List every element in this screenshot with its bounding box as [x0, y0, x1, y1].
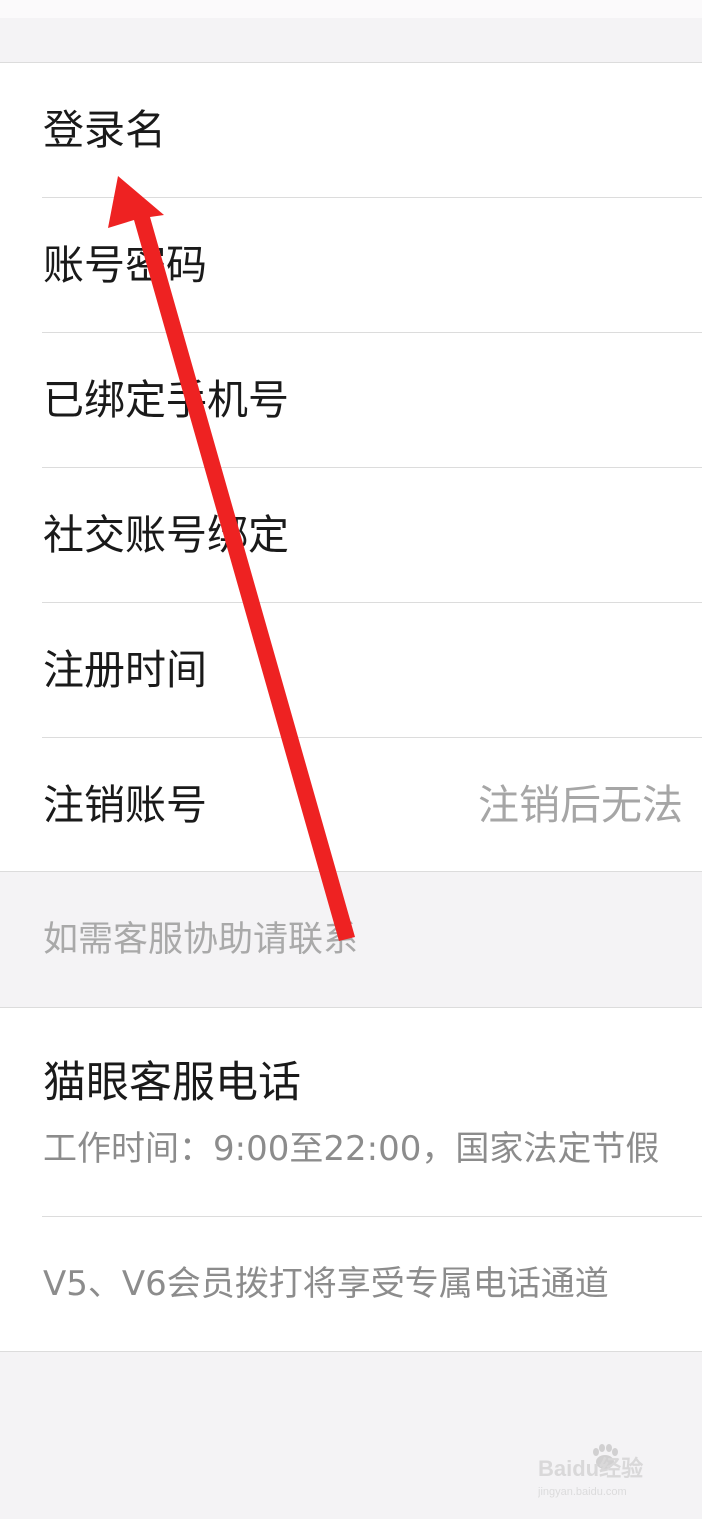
service-phone-title[interactable]: 猫眼客服电话 [43, 1054, 301, 1112]
login-name-label: 登录名 [43, 106, 166, 154]
delete-account-label: 注销账号 [43, 781, 207, 829]
account-password-label: 账号密码 [43, 241, 207, 289]
top-spacer [0, 0, 702, 62]
account-settings-group: 登录名 账号密码 已绑定手机号 社交账号绑定 注册时间 注销账号 注销后无法 [0, 62, 702, 872]
row-delete-account[interactable]: 注销账号 注销后无法 [0, 738, 702, 873]
baidu-jingyan-watermark: Baidu经验 jingyan.baidu.com [538, 1444, 643, 1498]
vip-hotline-note[interactable]: V5、V6会员拨打将享受专属电话通道 [43, 1217, 609, 1351]
customer-service-group: 猫眼客服电话 工作时间：9:00至22:00，国家法定节假 V5、V6会员拨打将… [0, 1007, 702, 1352]
watermark-url: jingyan.baidu.com [538, 1486, 627, 1498]
service-hours-text: 工作时间：9:00至22:00，国家法定节假 [43, 1129, 660, 1169]
support-section-note: 如需客服协助请联系 [43, 920, 359, 960]
register-time-label: 注册时间 [43, 646, 207, 694]
row-account-password[interactable]: 账号密码 [0, 198, 702, 333]
row-login-name[interactable]: 登录名 [0, 63, 702, 198]
watermark-brand: Baidu经验 [538, 1456, 643, 1481]
social-binding-label: 社交账号绑定 [43, 511, 289, 559]
delete-account-hint: 注销后无法 [478, 781, 683, 829]
row-register-time[interactable]: 注册时间 [0, 603, 702, 738]
bound-phone-label: 已绑定手机号 [43, 376, 289, 424]
row-social-binding[interactable]: 社交账号绑定 [0, 468, 702, 603]
top-bar-edge [0, 0, 702, 18]
row-bound-phone[interactable]: 已绑定手机号 [0, 333, 702, 468]
